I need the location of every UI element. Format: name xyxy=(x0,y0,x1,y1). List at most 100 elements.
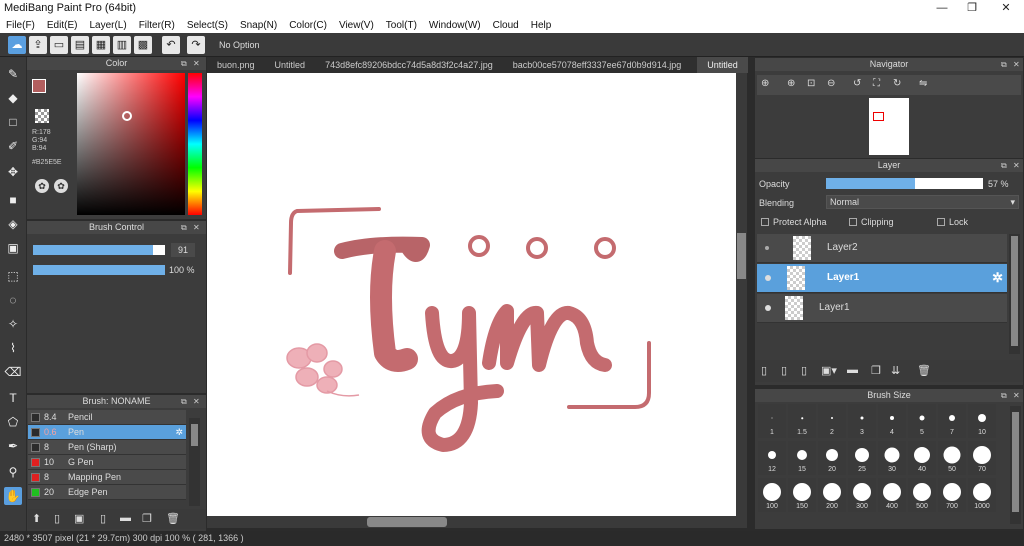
tab-2[interactable]: 743d8efc89206bdcc74d5a8d3f2c4a27.jpg xyxy=(315,57,503,73)
text-tool-icon[interactable]: T xyxy=(4,389,22,407)
divide-tool-icon[interactable]: ✒ xyxy=(4,437,22,455)
brush-list-item[interactable]: 20 Edge Pen xyxy=(28,485,186,500)
layer-opacity-slider[interactable] xyxy=(826,178,983,189)
menu-select[interactable]: Select(S) xyxy=(187,20,228,31)
brush-list-scrollbar[interactable] xyxy=(189,418,200,506)
layer-menu-icon[interactable]: ▣▾ xyxy=(821,364,837,377)
rotate-right-icon[interactable]: ↻ xyxy=(893,78,901,89)
maximize-button[interactable]: ❐ xyxy=(956,0,988,17)
brush-size-scrollbar[interactable] xyxy=(1010,406,1021,524)
brush-size-cell[interactable]: 2 xyxy=(818,404,846,438)
hue-slider[interactable] xyxy=(188,73,202,215)
select-pen-icon[interactable]: ⌇ xyxy=(4,339,22,357)
layer-row[interactable]: Layer1 ✲ xyxy=(757,264,1007,293)
tab-0[interactable]: buon.png xyxy=(207,57,265,73)
brush-size-cell[interactable]: 100 xyxy=(758,478,786,512)
zoom-in-icon[interactable]: ⊕ xyxy=(787,78,795,89)
brush-size-cell[interactable]: 500 xyxy=(908,478,936,512)
minimize-button[interactable]: — xyxy=(926,0,958,17)
undock-icon[interactable]: ⧉ xyxy=(181,57,187,70)
close-panel-icon[interactable]: ✕ xyxy=(1013,389,1020,402)
zoom-fit-icon[interactable]: ⊕ xyxy=(761,78,769,89)
bucket-tool-icon[interactable]: ◈ xyxy=(4,215,22,233)
transparent-swatch[interactable] xyxy=(35,109,49,123)
saturation-value-picker[interactable] xyxy=(77,73,185,215)
trash-icon[interactable]: 🗑 xyxy=(166,512,180,525)
color-picker-cursor[interactable] xyxy=(122,111,132,121)
clipping-checkbox[interactable] xyxy=(849,218,857,226)
menu-filter[interactable]: Filter(R) xyxy=(139,20,175,31)
brush-size-cell[interactable]: 4 xyxy=(878,404,906,438)
undock-icon[interactable]: ⧉ xyxy=(1001,159,1007,172)
magic-wand-icon[interactable]: ✧ xyxy=(4,315,22,333)
redo-icon[interactable]: ↷ xyxy=(187,36,205,54)
brush-size-cell[interactable]: 15 xyxy=(788,441,816,475)
tab-1[interactable]: Untitled xyxy=(265,57,316,73)
canvas[interactable] xyxy=(207,73,747,516)
undock-icon[interactable]: ⧉ xyxy=(1001,58,1007,71)
duplicate-layer-icon[interactable]: ❐ xyxy=(871,364,881,377)
palette-icon[interactable]: ▩ xyxy=(134,36,152,54)
copy-brush-icon[interactable]: ▯ xyxy=(100,512,106,525)
rotate-left-icon[interactable]: ↺ xyxy=(853,78,861,89)
fill-rect-icon[interactable]: ■ xyxy=(4,191,22,209)
cloud-icon[interactable]: ☁ xyxy=(8,36,26,54)
new-halftone-layer-icon[interactable]: ▯ xyxy=(781,364,787,377)
brush-list-item[interactable]: 8 Pen (Sharp) xyxy=(28,440,186,455)
menu-cloud[interactable]: Cloud xyxy=(493,20,519,31)
move-tool-icon[interactable]: ✥ xyxy=(4,163,22,181)
brush-size-cell[interactable]: 200 xyxy=(818,478,846,512)
hand-tool-icon[interactable]: ✋ xyxy=(4,487,22,505)
foreground-color-swatch[interactable] xyxy=(32,79,46,93)
folder-icon[interactable]: ▬ xyxy=(847,364,858,376)
brush-size-cell[interactable]: 10 xyxy=(968,404,996,438)
fit-window-icon[interactable]: ⛶ xyxy=(873,78,880,89)
dot-pen-icon[interactable]: ✐ xyxy=(4,137,22,155)
new-layer-icon[interactable]: ▯ xyxy=(761,364,767,377)
brush-size-value[interactable]: 91 xyxy=(171,243,195,257)
layer-row[interactable]: Layer1 xyxy=(757,294,1007,323)
lock-checkbox[interactable] xyxy=(937,218,945,226)
zoom-out-icon[interactable]: ⊖ xyxy=(827,78,835,89)
brush-size-cell[interactable]: 1000 xyxy=(968,478,996,512)
brush-size-cell[interactable]: 1 xyxy=(758,404,786,438)
palette-icon[interactable]: ✿ xyxy=(35,179,49,193)
menu-tool[interactable]: Tool(T) xyxy=(386,20,417,31)
protect-alpha-checkbox[interactable] xyxy=(761,218,769,226)
brush-size-cell[interactable]: 3 xyxy=(848,404,876,438)
undock-icon[interactable]: ⧉ xyxy=(181,221,187,234)
brush-list-item[interactable]: 10 G Pen xyxy=(28,455,186,470)
navigator-preview[interactable] xyxy=(869,98,909,155)
close-panel-icon[interactable]: ✕ xyxy=(193,395,200,408)
post-icon[interactable]: ▤ xyxy=(71,36,89,54)
visibility-icon[interactable] xyxy=(765,275,771,281)
duplicate-icon[interactable]: ❐ xyxy=(142,512,152,525)
new-brush-icon[interactable]: ▯ xyxy=(54,512,60,525)
add-brush-icon[interactable]: ⬆ xyxy=(32,512,41,525)
share-icon[interactable]: ⇪ xyxy=(29,36,47,54)
brush-list-item[interactable]: 0.6 Pen ✲ xyxy=(28,425,186,440)
tab-3[interactable]: bacb00ce57078eff3337ee67d0b9d914.jpg xyxy=(503,57,692,73)
menu-snap[interactable]: Snap(N) xyxy=(240,20,277,31)
close-panel-icon[interactable]: ✕ xyxy=(193,221,200,234)
brush-list-item[interactable]: 8 Mapping Pen xyxy=(28,470,186,485)
brush-size-cell[interactable]: 30 xyxy=(878,441,906,475)
canvas-horizontal-scrollbar[interactable] xyxy=(207,516,747,528)
brush-size-cell[interactable]: 50 xyxy=(938,441,966,475)
merge-down-icon[interactable]: ⇊ xyxy=(891,364,900,377)
undo-icon[interactable]: ↶ xyxy=(162,36,180,54)
brush-size-cell[interactable]: 25 xyxy=(848,441,876,475)
menu-help[interactable]: Help xyxy=(531,20,552,31)
eraser-tool-icon[interactable]: ◆ xyxy=(4,89,22,107)
comment-icon[interactable]: ▭ xyxy=(50,36,68,54)
brush-size-cell[interactable]: 70 xyxy=(968,441,996,475)
menu-layer[interactable]: Layer(L) xyxy=(89,20,126,31)
undock-icon[interactable]: ⧉ xyxy=(181,395,187,408)
actual-size-icon[interactable]: ⊡ xyxy=(807,78,815,89)
brush-size-cell[interactable]: 20 xyxy=(818,441,846,475)
brush-size-cell[interactable]: 5 xyxy=(908,404,936,438)
brush-opacity-slider[interactable] xyxy=(33,265,165,275)
brush-size-cell[interactable]: 700 xyxy=(938,478,966,512)
brush-menu-icon[interactable]: ▣ xyxy=(74,512,84,525)
menu-file[interactable]: File(F) xyxy=(6,20,35,31)
